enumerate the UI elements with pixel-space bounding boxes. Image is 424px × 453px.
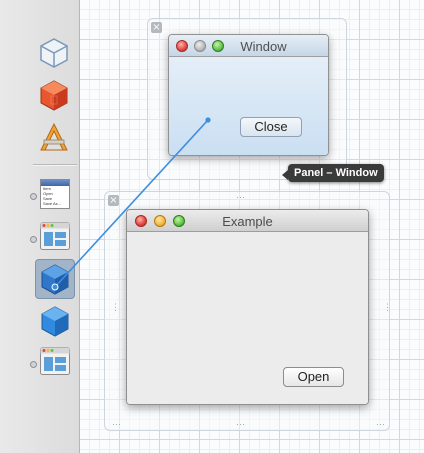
pencil-ruler-icon[interactable]	[38, 121, 70, 153]
resize-handle[interactable]: ⋮	[383, 303, 393, 312]
menu-icon-line: Save As...	[43, 201, 62, 206]
window-icon[interactable]	[40, 222, 70, 250]
close-traffic-light[interactable]	[176, 40, 188, 52]
dock-separator	[33, 164, 77, 165]
resize-handle[interactable]: ⋯	[236, 193, 246, 202]
red-3d-box-icon[interactable]	[38, 79, 70, 111]
panel-window-tooltip: Panel – Window	[282, 164, 384, 182]
resize-handle[interactable]: ⋯	[376, 420, 386, 429]
blue-cube-icon[interactable]	[39, 305, 71, 337]
object-cube-icon[interactable]	[38, 36, 70, 68]
window-icon[interactable]	[40, 347, 70, 375]
panel-window-title: Window	[240, 39, 287, 54]
menu-icon[interactable]: Item Open Save Save As...	[40, 179, 70, 209]
example-titlebar[interactable]: Example	[127, 210, 368, 232]
open-button[interactable]: Open	[283, 367, 344, 387]
disclosure-dot[interactable]	[30, 193, 37, 200]
object-library-dock: Item Open Save Save As...	[0, 0, 80, 453]
panel-content	[169, 57, 328, 155]
example-window[interactable]: Example Open	[126, 209, 369, 405]
close-icon[interactable]: ×	[151, 22, 162, 33]
close-button[interactable]: Close	[240, 117, 302, 137]
blue-cube-icon[interactable]	[39, 263, 71, 295]
resize-handle[interactable]: ⋯	[236, 420, 246, 429]
disclosure-dot[interactable]	[30, 236, 37, 243]
disclosure-dot[interactable]	[30, 361, 37, 368]
resize-handle[interactable]: ⋮	[111, 303, 121, 312]
close-icon[interactable]: ×	[108, 195, 119, 206]
example-window-title: Example	[222, 214, 273, 229]
resize-handle[interactable]: ⋯	[112, 420, 122, 429]
panel-titlebar[interactable]: Window	[169, 35, 328, 57]
panel-window[interactable]: Window Close	[168, 34, 329, 156]
